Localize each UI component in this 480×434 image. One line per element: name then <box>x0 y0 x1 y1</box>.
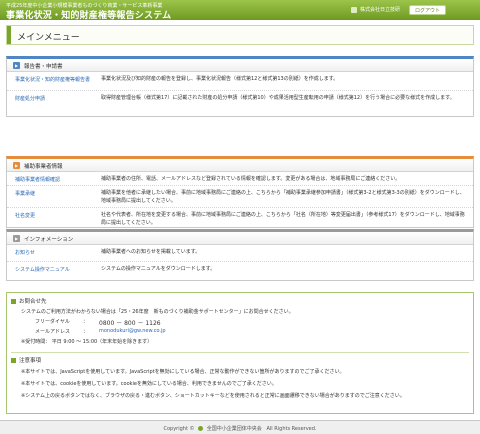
colon: ： <box>83 319 89 325</box>
menu-row: お知らせ 補助事業者へのお知らせを掲載しています。 <box>7 245 473 262</box>
page-title-bar: メインメニュー <box>6 25 474 45</box>
section-title: 補助事業者情報 <box>24 164 63 170</box>
app-header: 平成25年度中小企業小規模事業者ものづくり商業・サービス革新事業 事業化状況・知… <box>0 0 480 21</box>
contact-hours: ※受付時間： 平日 9:00 ～ 15:00（年末年始を除きます） <box>21 339 153 345</box>
menu-link-asset-disposal[interactable]: 財産処分申請 <box>15 95 45 102</box>
logout-button[interactable]: ログアウト <box>409 5 446 15</box>
triangle-right-icon: ▶ <box>13 62 20 69</box>
menu-desc: 補助事業者の住所、電話、メールアドレスなど登録されている情報を確認します。変更が… <box>101 176 401 182</box>
menu-desc: 社名や代表者、所在地を変更する場合、事前に地域事務局にご連絡の上、こちらから「社… <box>101 212 465 226</box>
rights-text: All Rights Reserved. <box>266 426 317 432</box>
phone-number: 0800 － 800 － 1126 <box>99 320 161 327</box>
user-info: 株式会社日立技研 <box>350 6 400 13</box>
section-title: インフォメーション <box>24 237 74 243</box>
notes-title: 注意事項 <box>19 358 42 364</box>
menu-desc: 取得財産管理台帳（様式第17）に記載された財産の処分申請（様式第10）や成果活用… <box>101 95 455 101</box>
menu-link-succession[interactable]: 事業承継 <box>15 190 35 197</box>
note-item: ※本サイトでは、JavaScriptを使用しています。JavaScriptを無効… <box>21 369 345 375</box>
divider <box>11 352 469 353</box>
menu-desc: 補助事業者へのお知らせを掲載しています。 <box>101 249 201 255</box>
menu-row: 補助事業者情報確認 補助事業者の住所、電話、メールアドレスなど登録されている情報… <box>7 172 473 186</box>
org-logo-icon <box>198 426 204 431</box>
note-item: ※システム上の戻るボタンではなく、ブラウザの戻る・進むボタン、ショートカットキー… <box>21 393 405 399</box>
menu-row: 財産処分申請 取得財産管理台帳（様式第17）に記載された財産の処分申請（様式第1… <box>7 91 473 117</box>
section-header: ▶ 報告書・申請書 <box>7 59 473 72</box>
menu-desc: システムの操作マニュアルをダウンロードします。 <box>101 266 216 272</box>
contact-intro: システムのご利用方法がわからない場合は「25・26年度 新ものづくり補助金サポー… <box>21 309 294 315</box>
section-header: ▶ 補助事業者情報 <box>7 159 473 172</box>
square-bullet-icon <box>11 357 16 363</box>
menu-link-name-change[interactable]: 社名変更 <box>15 212 35 219</box>
menu-link-info-confirm[interactable]: 補助事業者情報確認 <box>15 176 60 183</box>
user-name: 株式会社日立技研 <box>359 7 400 13</box>
contact-title: お問合せ先 <box>19 299 47 305</box>
phone-label: フリーダイヤル <box>35 319 70 325</box>
section-business-info: ▶ 補助事業者情報 補助事業者情報確認 補助事業者の住所、電話、メールアドレスな… <box>6 156 474 228</box>
contact-notes-box: お問合せ先 システムのご利用方法がわからない場合は「25・26年度 新ものづくり… <box>6 292 474 414</box>
menu-link-manual[interactable]: システム操作マニュアル <box>15 266 70 273</box>
menu-desc: 事業化状況及び知的財産の報告を登録し、事業化状況報告（様式第12と様式第13の別… <box>101 76 339 82</box>
copyright-label: Copyright © <box>163 426 195 432</box>
menu-desc: 補助事業を他者に承継したい場合、事前に地域事務局にご連絡の上、こちらから「補助事… <box>101 190 465 204</box>
notes-heading: 注意事項 <box>11 356 41 364</box>
page-title: メインメニュー <box>17 33 80 43</box>
menu-row: システム操作マニュアル システムの操作マニュアルをダウンロードします。 <box>7 262 473 279</box>
title-accent <box>7 26 11 44</box>
menu-link-notices[interactable]: お知らせ <box>15 249 35 256</box>
section-header: ▶ インフォメーション <box>7 232 473 245</box>
mail-link[interactable]: monodukuri@gw.new.co.jp <box>99 328 166 334</box>
triangle-right-icon: ▶ <box>13 162 20 169</box>
footer-text: Copyright © 全国中小企業団体中央会 All Rights Reser… <box>0 425 480 432</box>
note-item: ※本サイトでは、cookieを使用しています。cookieを無効にしている場合、… <box>21 381 277 387</box>
org-name: 全国中小企業団体中央会 <box>206 426 262 432</box>
colon: ： <box>83 329 89 335</box>
menu-row: 社名変更 社名や代表者、所在地を変更する場合、事前に地域事務局にご連絡の上、こち… <box>7 208 473 228</box>
footer: Copyright © 全国中小企業団体中央会 All Rights Reser… <box>0 420 480 434</box>
triangle-right-icon: ▶ <box>13 235 20 242</box>
section-title: 報告書・申請書 <box>24 64 63 70</box>
menu-link-business-report[interactable]: 事業化状況・知的財産権等報告書 <box>15 76 90 83</box>
user-icon <box>350 6 357 13</box>
mail-label: メールアドレス <box>35 329 71 335</box>
menu-row: 事業承継 補助事業を他者に承継したい場合、事前に地域事務局にご連絡の上、こちらか… <box>7 186 473 208</box>
menu-row: 事業化状況・知的財産権等報告書 事業化状況及び知的財産の報告を登録し、事業化状況… <box>7 72 473 91</box>
section-reports: ▶ 報告書・申請書 事業化状況・知的財産権等報告書 事業化状況及び知的財産の報告… <box>6 56 474 117</box>
square-bullet-icon <box>11 298 16 304</box>
app-title: 事業化状況・知的財産権等報告システム <box>6 11 172 21</box>
contact-heading: お問合せ先 <box>11 297 47 305</box>
section-information: ▶ インフォメーション お知らせ 補助事業者へのお知らせを掲載しています。 シス… <box>6 229 474 281</box>
